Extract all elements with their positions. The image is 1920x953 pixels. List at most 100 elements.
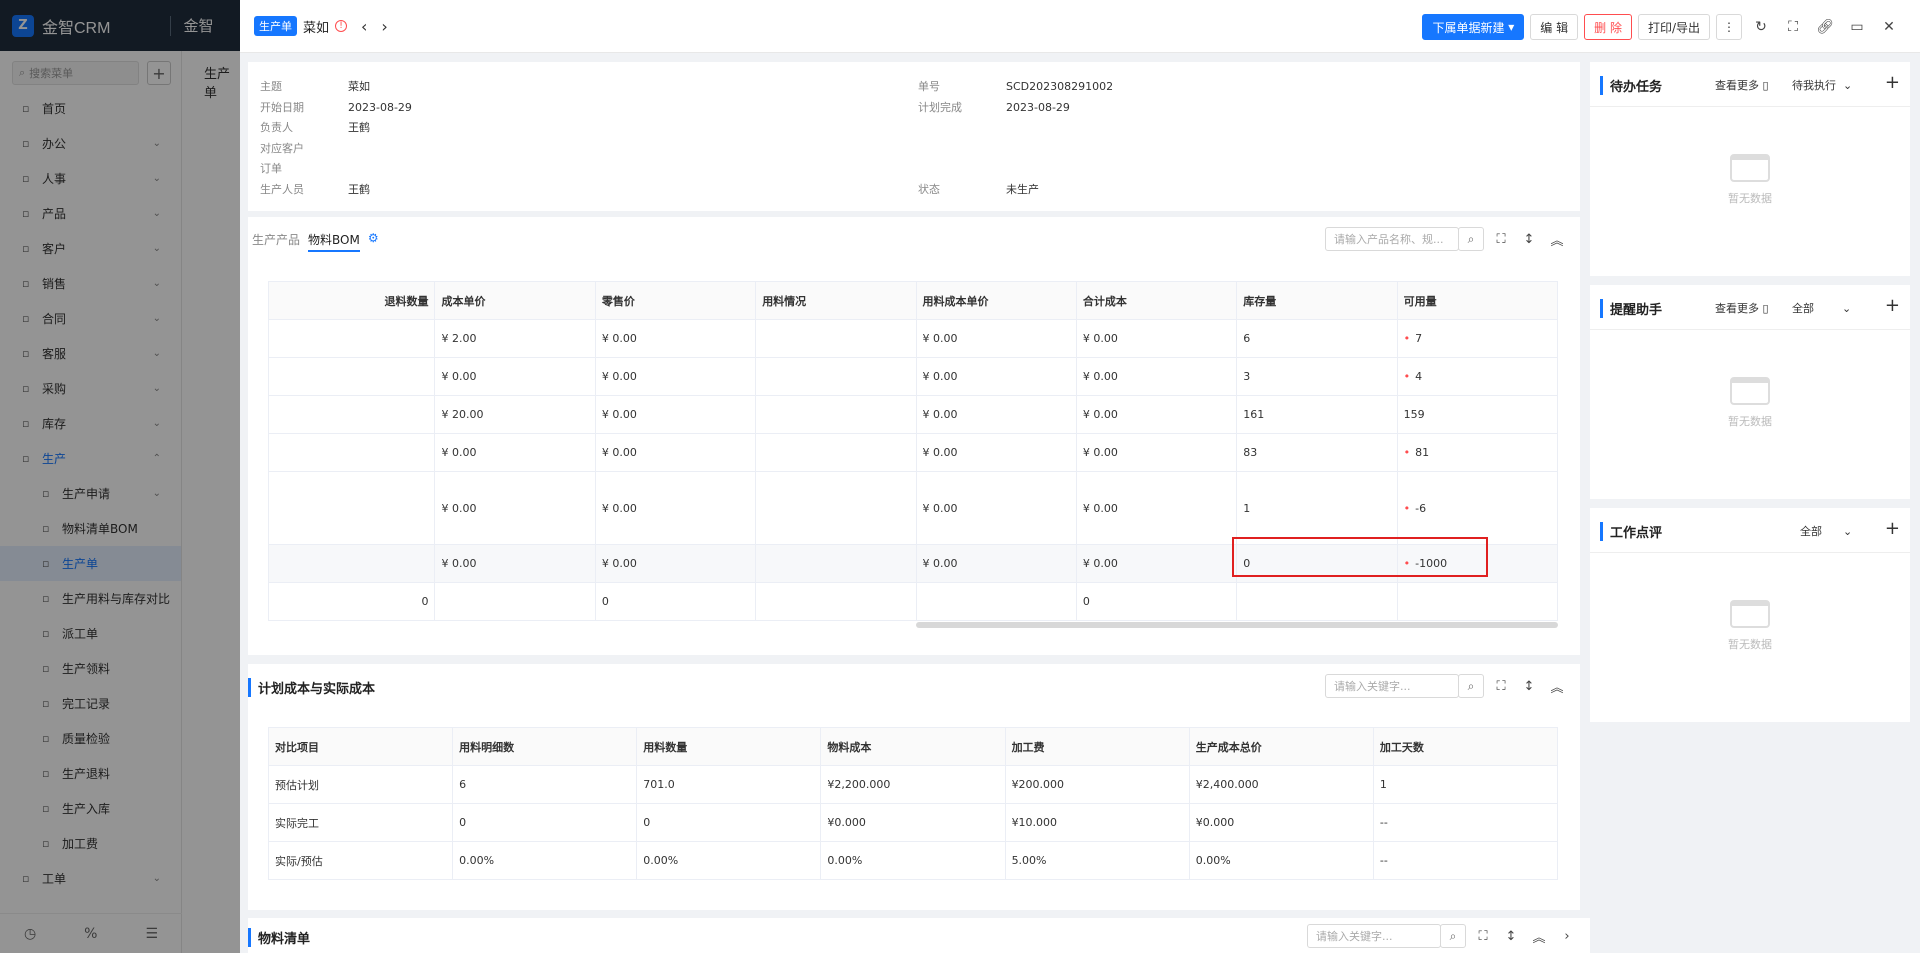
- close-icon[interactable]: ✕: [1876, 19, 1902, 35]
- table-cell: ¥ 20.00: [434, 395, 596, 434]
- table-row[interactable]: ¥ 0.00 ¥ 0.00 ¥ 0.00 ¥ 0.00 83 • 81: [267, 433, 1559, 472]
- empty-state: 暂无数据: [1590, 377, 1910, 429]
- prev-arrow-icon[interactable]: ‹: [361, 17, 367, 36]
- warning-dot-icon: •: [1403, 501, 1411, 515]
- detail-drawer: 生产单 菜如 ! ‹ › 下属单据新建 ▾ 编 辑 删 除 打印/导出 ⋮ ↻ …: [240, 0, 1920, 953]
- plan-date-value: 2023-08-29: [1006, 101, 1070, 114]
- table-row[interactable]: 实际完工 0 0 ¥0.000 ¥10.000 ¥0.000 --: [267, 803, 1559, 842]
- add-icon[interactable]: +: [1885, 72, 1900, 93]
- field-label: 负责人: [260, 121, 293, 134]
- table-row[interactable]: ¥ 0.00 ¥ 0.00 ¥ 0.00 ¥ 0.00 1 • -6: [267, 471, 1559, 545]
- table-cell: ¥ 0.00: [915, 319, 1077, 358]
- table-cell: 1: [1236, 471, 1398, 545]
- column-header: 零售价: [594, 281, 757, 320]
- delete-button[interactable]: 删 除: [1584, 14, 1632, 40]
- tab-bom[interactable]: 物料BOM: [308, 231, 360, 252]
- table-cell: ¥ 0.00: [434, 544, 596, 583]
- more-icon[interactable]: ⋮: [1716, 14, 1742, 40]
- search-icon[interactable]: ⌕: [1458, 674, 1484, 698]
- table-cell: [755, 582, 917, 621]
- table-cell: ¥ 0.00: [594, 357, 757, 396]
- view-more-link[interactable]: 查看更多 ▯: [1715, 77, 1769, 93]
- collapse-up-icon[interactable]: ︽: [1528, 927, 1550, 946]
- fullscreen-icon[interactable]: ⛶: [1780, 19, 1806, 35]
- collapse-up-icon[interactable]: ︽: [1546, 230, 1568, 249]
- cost-search-input[interactable]: 请输入关键字...: [1325, 674, 1459, 698]
- table-cell: 0.00%: [636, 841, 822, 880]
- next-arrow-icon[interactable]: ›: [381, 17, 387, 36]
- field-label: 开始日期: [260, 101, 304, 114]
- empty-box-icon: [1730, 600, 1770, 628]
- table-cell: 预估计划: [267, 765, 454, 804]
- add-icon[interactable]: +: [1885, 295, 1900, 316]
- table-cell: [267, 395, 436, 434]
- table-cell: [267, 357, 436, 396]
- column-header: 库存量: [1236, 281, 1398, 320]
- chevron-right-icon[interactable]: ›: [1556, 929, 1578, 944]
- table-cell: 6: [1236, 319, 1398, 358]
- review-panel: 工作点评 全部 ⌄ + 暂无数据: [1590, 508, 1910, 722]
- drawer-title: 菜如: [303, 20, 330, 36]
- table-cell: 0.00%: [452, 841, 638, 880]
- table-cell: ¥ 0.00: [434, 357, 596, 396]
- table-cell: [755, 357, 917, 396]
- tab-products[interactable]: 生产产品: [252, 231, 300, 252]
- reminder-filter-select[interactable]: 全部 ⌄: [1792, 300, 1851, 316]
- print-export-button[interactable]: 打印/导出: [1637, 14, 1710, 40]
- empty-box-icon: [1730, 154, 1770, 182]
- table-cell: [1236, 582, 1398, 621]
- settings-icon[interactable]: ⚙: [368, 231, 379, 252]
- sort-icon[interactable]: ↕: [1518, 679, 1540, 694]
- table-cell: [267, 471, 436, 545]
- table-cell: • 81: [1396, 433, 1559, 472]
- bom-search-input[interactable]: 请输入产品名称、规...: [1325, 227, 1459, 251]
- new-subdoc-button[interactable]: 下属单据新建 ▾: [1422, 14, 1525, 40]
- field-label: 对应客户: [260, 142, 304, 155]
- view-more-link[interactable]: 查看更多 ▯: [1715, 300, 1769, 316]
- link-icon[interactable]: 🔗︎: [1812, 19, 1838, 35]
- column-header: 退料数量: [267, 281, 436, 320]
- fullscreen-icon[interactable]: ⛶: [1490, 679, 1512, 694]
- empty-box-icon: [1730, 377, 1770, 405]
- edit-button[interactable]: 编 辑: [1530, 14, 1579, 40]
- table-cell: [755, 544, 917, 583]
- field-label: 订单: [260, 162, 282, 175]
- table-cell: [434, 582, 596, 621]
- table-cell: [755, 395, 917, 434]
- table-row[interactable]: ¥ 2.00 ¥ 0.00 ¥ 0.00 ¥ 0.00 6 • 7: [267, 319, 1559, 358]
- fullscreen-icon[interactable]: ⛶: [1490, 232, 1512, 247]
- add-icon[interactable]: +: [1885, 518, 1900, 539]
- todo-title: 待办任务: [1600, 76, 1662, 95]
- table-cell: 0: [452, 803, 638, 842]
- search-icon[interactable]: ⌕: [1440, 924, 1466, 948]
- empty-state: 暂无数据: [1590, 154, 1910, 206]
- review-filter-select[interactable]: 全部 ⌄: [1800, 523, 1852, 539]
- table-row[interactable]: 预估计划 6 701.0 ¥2,200.000 ¥200.000 ¥2,400.000 1: [267, 765, 1559, 804]
- table-cell: [755, 319, 917, 358]
- table-cell: ¥10.000: [1004, 803, 1190, 842]
- column-header: 用料明细数: [452, 727, 638, 766]
- sort-icon[interactable]: ↕: [1500, 929, 1522, 944]
- table-cell: ¥0.000: [820, 803, 1006, 842]
- column-header: 用料成本单价: [915, 281, 1077, 320]
- horizontal-scrollbar[interactable]: [916, 622, 1558, 628]
- collapse-up-icon[interactable]: ︽: [1546, 677, 1568, 696]
- materials-search-input[interactable]: 请输入关键字...: [1307, 924, 1441, 948]
- search-icon[interactable]: ⌕: [1458, 227, 1484, 251]
- refresh-icon[interactable]: ↻: [1748, 19, 1774, 35]
- table-row[interactable]: ¥ 20.00 ¥ 0.00 ¥ 0.00 ¥ 0.00 161 159: [267, 395, 1559, 434]
- table-cell: ¥ 0.00: [915, 471, 1077, 545]
- table-cell: 83: [1236, 433, 1398, 472]
- bom-panel: 生产产品 物料BOM ⚙ 请输入产品名称、规... ⌕ ⛶ ↕ ︽ 退料数量 成本…: [248, 217, 1580, 655]
- status-value: 未生产: [1006, 183, 1039, 196]
- table-row[interactable]: ¥ 0.00 ¥ 0.00 ¥ 0.00 ¥ 0.00 3 • 4: [267, 357, 1559, 396]
- cost-panel: 计划成本与实际成本 请输入关键字... ⌕ ⛶ ↕ ︽ 对比项目 用料明细数 用料数…: [248, 664, 1580, 910]
- todo-filter-select[interactable]: 待我执行 ⌄: [1792, 77, 1852, 93]
- fullscreen-icon[interactable]: ⛶: [1472, 929, 1494, 944]
- window-icon[interactable]: ▭: [1844, 19, 1870, 35]
- sort-icon[interactable]: ↕: [1518, 232, 1540, 247]
- highlight-box: [1232, 537, 1488, 577]
- table-row[interactable]: 实际/预估 0.00% 0.00% 0.00% 5.00% 0.00% --: [267, 841, 1559, 880]
- table-cell: [267, 319, 436, 358]
- info-panel: 主题 菜如 开始日期 2023-08-29 负责人 王鹤 对应客户 订单 生产人员 王鹤…: [248, 62, 1580, 211]
